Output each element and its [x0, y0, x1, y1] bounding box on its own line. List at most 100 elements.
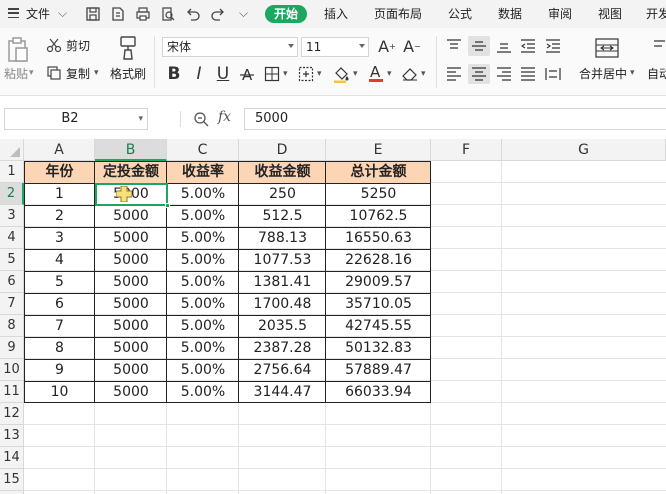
file-menu[interactable]: 文件: [26, 5, 50, 23]
row-header-1[interactable]: 1: [0, 161, 24, 183]
column-header-f[interactable]: F: [431, 139, 502, 161]
column-header-d[interactable]: D: [239, 139, 326, 161]
row-header-7[interactable]: 7: [0, 293, 24, 315]
table-border: [24, 337, 431, 338]
strikethrough-icon[interactable]: A: [237, 64, 257, 84]
gridline: [24, 490, 666, 491]
paste-icon[interactable]: [6, 36, 30, 64]
row-header-13[interactable]: 13: [0, 425, 24, 447]
distributed-align-icon[interactable]: [544, 65, 562, 83]
chevron-down-icon[interactable]: ▾: [387, 66, 392, 82]
insert-function-button[interactable]: fx: [218, 109, 231, 125]
cut-button[interactable]: 剪切: [66, 38, 90, 54]
merge-center-button[interactable]: 合并居中: [579, 66, 627, 82]
row-header-8[interactable]: 8: [0, 315, 24, 337]
font-size-select[interactable]: 11: [301, 37, 369, 57]
export-pdf-icon[interactable]: [110, 6, 126, 22]
select-all-corner[interactable]: [0, 139, 24, 161]
table-border: [325, 161, 326, 403]
cell-style-icon[interactable]: [296, 64, 316, 84]
column-header-b[interactable]: B: [95, 139, 167, 161]
justify-icon[interactable]: [519, 65, 537, 83]
tab-insert[interactable]: 插入: [324, 5, 348, 23]
tab-developer[interactable]: 开发: [646, 5, 666, 23]
print-preview-icon[interactable]: [160, 6, 176, 22]
row-header-4[interactable]: 4: [0, 227, 24, 249]
align-center-icon[interactable]: [468, 64, 490, 84]
bold-icon[interactable]: B: [164, 63, 184, 85]
row-header-11[interactable]: 11: [0, 381, 24, 403]
spreadsheet-grid[interactable]: ABCDEFG12345678910111213141516年份定投金额收益率收…: [0, 139, 666, 494]
row-header-2[interactable]: 2: [0, 183, 24, 205]
font-name-value: 宋体: [167, 40, 192, 54]
chevron-down-icon[interactable]: ▾: [29, 65, 34, 81]
align-bottom-icon[interactable]: [495, 37, 513, 55]
column-header-e[interactable]: E: [326, 139, 431, 161]
formula-input[interactable]: 5000: [244, 108, 666, 130]
quick-access-more-icon[interactable]: ⌵: [239, 4, 248, 22]
tab-home[interactable]: 开始: [265, 5, 308, 23]
chevron-down-icon[interactable]: ▾: [138, 109, 143, 129]
eraser-icon[interactable]: [400, 64, 420, 84]
table-border: [24, 249, 431, 250]
underline-icon[interactable]: U: [213, 63, 233, 85]
table-border: [24, 183, 431, 184]
format-painter-button[interactable]: 格式刷: [110, 66, 146, 82]
tab-page-layout[interactable]: 页面布局: [374, 5, 422, 23]
chevron-down-icon[interactable]: ▾: [94, 65, 99, 81]
row-header-5[interactable]: 5: [0, 249, 24, 271]
tab-formulas[interactable]: 公式: [448, 5, 472, 23]
row-header-15[interactable]: 15: [0, 469, 24, 491]
table-border: [24, 381, 431, 382]
chevron-down-icon[interactable]: ▾: [283, 66, 288, 82]
gridline: [501, 161, 502, 494]
tab-review[interactable]: 审阅: [548, 5, 572, 23]
copy-button[interactable]: 复制: [66, 66, 90, 82]
table-border: [24, 315, 431, 316]
chevron-down-icon[interactable]: ▾: [353, 66, 358, 82]
chevron-down-icon[interactable]: ▾: [317, 66, 322, 82]
print-icon[interactable]: [135, 6, 151, 22]
table-border: [24, 293, 431, 294]
row-header-10[interactable]: 10: [0, 359, 24, 381]
save-icon[interactable]: [85, 6, 101, 22]
fill-handle[interactable]: [165, 203, 170, 208]
row-header-3[interactable]: 3: [0, 205, 24, 227]
align-top-icon[interactable]: [445, 37, 463, 55]
italic-icon[interactable]: I: [189, 63, 209, 85]
row-header-12[interactable]: 12: [0, 403, 24, 425]
redo-icon[interactable]: [210, 6, 226, 22]
wrap-text-button[interactable]: 自动: [647, 66, 666, 82]
font-name-select[interactable]: 宋体: [162, 37, 298, 57]
undo-icon[interactable]: [185, 6, 201, 22]
align-middle-icon[interactable]: [468, 36, 490, 56]
increase-font-icon[interactable]: A +: [377, 36, 397, 56]
format-painter-icon[interactable]: [117, 34, 139, 62]
fill-color-icon[interactable]: [332, 64, 352, 84]
tab-data[interactable]: 数据: [498, 5, 522, 23]
chevron-down-icon[interactable]: ▾: [421, 66, 426, 82]
wrap-text-icon[interactable]: [652, 36, 666, 60]
decrease-font-icon[interactable]: A −: [402, 36, 422, 56]
column-header-c[interactable]: C: [167, 139, 239, 161]
merge-center-icon[interactable]: [593, 36, 621, 60]
column-header-a[interactable]: A: [24, 139, 95, 161]
menu-icon[interactable]: [8, 8, 19, 19]
column-header-g[interactable]: G: [502, 139, 666, 161]
align-right-icon[interactable]: [495, 65, 513, 83]
paste-button[interactable]: 粘贴: [4, 66, 28, 82]
borders-icon[interactable]: [262, 64, 282, 84]
chevron-down-icon[interactable]: ▾: [630, 65, 635, 81]
tab-view[interactable]: 视图: [598, 5, 622, 23]
chevron-down-icon: [359, 44, 365, 48]
decrease-indent-icon[interactable]: [519, 37, 537, 55]
row-header-9[interactable]: 9: [0, 337, 24, 359]
zoom-search-icon[interactable]: [192, 110, 210, 128]
row-header-6[interactable]: 6: [0, 271, 24, 293]
align-left-icon[interactable]: [445, 65, 463, 83]
chevron-down-icon[interactable]: ⌵: [58, 4, 67, 22]
row-header-14[interactable]: 14: [0, 447, 24, 469]
increase-indent-icon[interactable]: [544, 37, 562, 55]
name-box[interactable]: B2 ▾: [4, 108, 148, 130]
font-color-icon[interactable]: A: [366, 62, 386, 84]
